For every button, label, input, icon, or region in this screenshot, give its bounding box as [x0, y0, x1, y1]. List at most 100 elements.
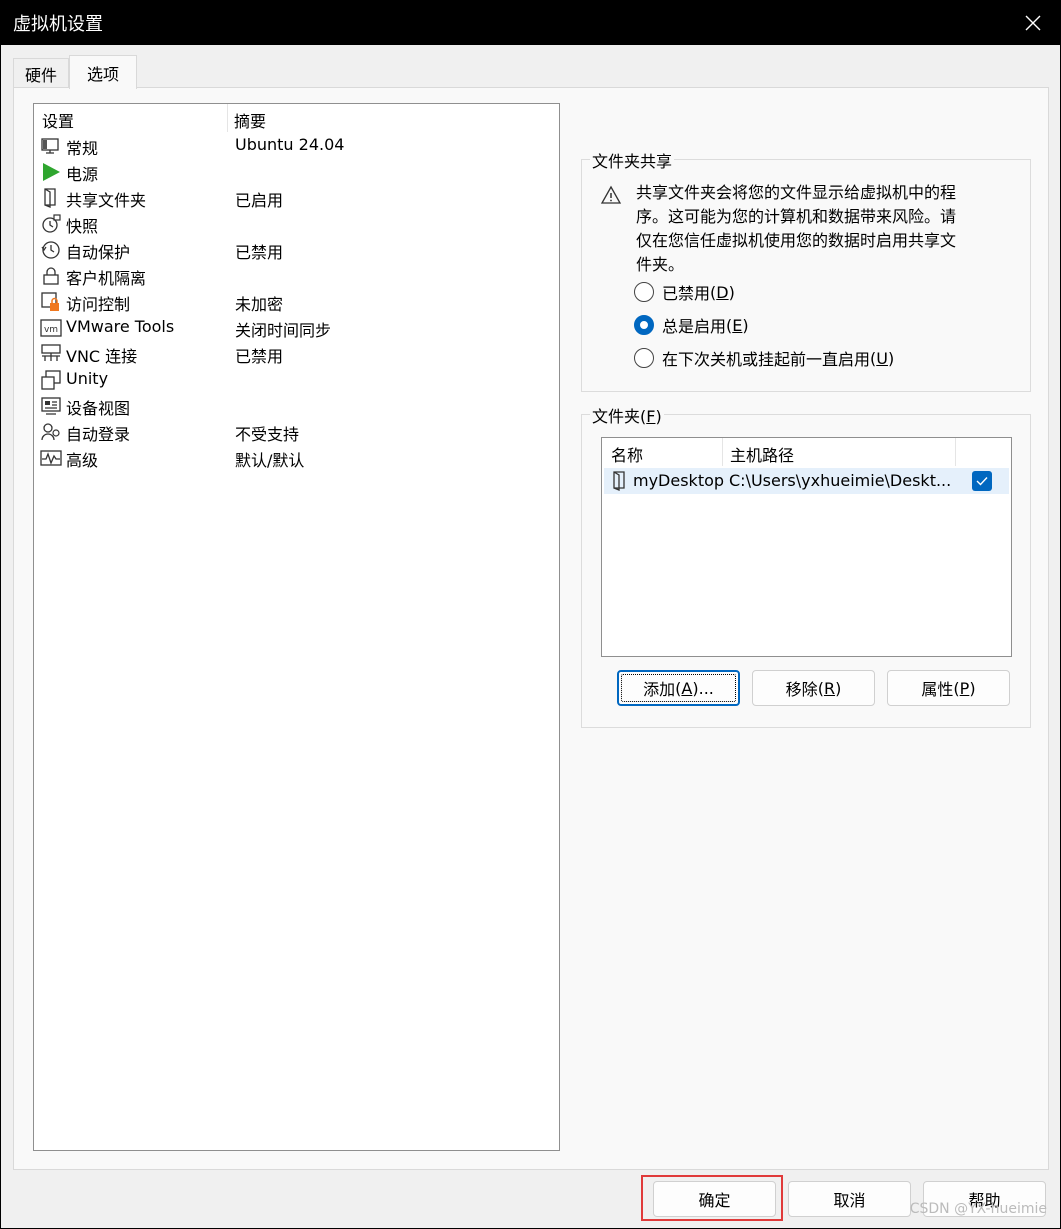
folders-accel-key: F: [646, 407, 656, 426]
folder-list[interactable]: 名称 主机路径 myDesktop C:\Users\yxhueimie\Des…: [601, 437, 1012, 657]
monitor-icon: [41, 138, 59, 154]
column-header-name[interactable]: 名称: [611, 442, 643, 466]
radio-disabled[interactable]: 已禁用(D): [634, 280, 735, 304]
add-label: 添加: [643, 680, 676, 699]
close-button[interactable]: [1005, 0, 1061, 45]
setting-summary: Ubuntu 24.04: [235, 135, 345, 154]
settings-row-autoprotect[interactable]: 自动保护 已禁用: [37, 237, 557, 263]
setting-name: 常规: [66, 139, 99, 158]
folders-group: 文件夹(F) 名称 主机路径 myDesktop C:\Users\yxhuei…: [581, 403, 1031, 728]
remove-accel-key: R: [823, 678, 836, 698]
folder-host-path: C:\Users\yxhueimie\Deskt...: [729, 471, 952, 490]
ok-label: 确定: [698, 1191, 731, 1210]
vm-icon: vm: [40, 319, 62, 337]
setting-name: 电源: [66, 165, 99, 184]
cancel-label: 取消: [833, 1191, 866, 1210]
unity-icon: [41, 370, 61, 390]
svg-text:vm: vm: [44, 325, 58, 335]
radio-dot-checked: [634, 315, 654, 335]
setting-name: 高级: [66, 451, 99, 470]
pulse-icon: [40, 450, 62, 466]
folder-enabled-checkbox[interactable]: [972, 471, 992, 491]
settings-row-snapshots[interactable]: 快照: [37, 211, 557, 237]
setting-name: 客户机隔离: [66, 269, 147, 288]
radio-label: 在下次关机或挂起前一直启用: [662, 350, 871, 369]
setting-name: 访问控制: [66, 295, 131, 314]
add-folder-button[interactable]: 添加(A)...: [617, 670, 740, 706]
remove-label: 移除: [785, 680, 818, 699]
vnc-icon: [41, 344, 61, 361]
warning-icon: [600, 185, 622, 204]
lock-icon: [43, 267, 59, 285]
users-icon: [41, 423, 60, 441]
radio-until-poweroff[interactable]: 在下次关机或挂起前一直启用(U): [634, 346, 894, 370]
column-header-summary[interactable]: 摘要: [234, 108, 266, 132]
shared-folder-icon: [613, 471, 625, 491]
settings-row-vnc[interactable]: VNC 连接 已禁用: [37, 341, 557, 367]
close-icon: [1025, 15, 1041, 30]
options-tab-pane: 设置 摘要 常规 Ubuntu 24.04 电源 共享文件夹 已启用 快照 自动…: [13, 87, 1049, 1170]
settings-row-vmware-tools[interactable]: vm VMware Tools 关闭时间同步: [37, 315, 557, 341]
warning-text: 共享文件夹会将您的文件显示给虚拟机中的程序。这可能为您的计算机和数据带来风险。请…: [636, 183, 957, 274]
settings-row-autologin[interactable]: 自动登录 不受支持: [37, 419, 557, 445]
folder-row[interactable]: myDesktop C:\Users\yxhueimie\Deskt...: [604, 468, 1009, 494]
folder-sharing-title: 文件夹共享: [590, 148, 675, 172]
device-view-icon: [41, 397, 61, 415]
settings-row-unity[interactable]: Unity: [37, 367, 557, 393]
settings-row-guest-isolation[interactable]: 客户机隔离: [37, 263, 557, 289]
setting-summary: 已启用: [235, 191, 284, 210]
setting-name: VMware Tools: [66, 317, 175, 336]
folder-sharing-group: 文件夹共享 共享文件夹会将您的文件显示给虚拟机中的程序。这可能为您的计算机和数据…: [581, 148, 1031, 392]
settings-row-device-view[interactable]: 设备视图: [37, 393, 557, 419]
window-title: 虚拟机设置: [13, 14, 103, 35]
setting-summary: 关闭时间同步: [235, 321, 332, 340]
radio-accel-key: E: [732, 315, 743, 335]
snapshot-icon: [42, 214, 61, 233]
settings-row-access-control[interactable]: 访问控制 未加密: [37, 289, 557, 315]
tab-hardware[interactable]: 硬件: [13, 58, 69, 88]
dialog-client: 硬件 选项 设置 摘要 常规 Ubuntu 24.04 电源 共享文件夹 已启用…: [1, 45, 1060, 1228]
folder-name: myDesktop: [633, 471, 725, 490]
clock-icon: [41, 241, 60, 259]
setting-name: VNC 连接: [66, 347, 138, 366]
radio-dot: [634, 282, 654, 302]
settings-list-header: 设置 摘要: [34, 104, 559, 132]
setting-summary: 已禁用: [235, 243, 284, 262]
properties-label: 属性: [921, 680, 954, 699]
radio-dot: [634, 348, 654, 368]
properties-accel-key: P: [959, 678, 970, 698]
folder-properties-button[interactable]: 属性(P): [887, 670, 1010, 706]
access-lock-icon: [41, 292, 59, 311]
setting-name: 共享文件夹: [66, 191, 147, 210]
settings-row-general[interactable]: 常规 Ubuntu 24.04: [37, 133, 557, 159]
radio-always-enabled[interactable]: 总是启用(E): [634, 313, 749, 337]
settings-row-shared-folders[interactable]: 共享文件夹 已启用: [37, 185, 557, 211]
setting-name: 设备视图: [66, 399, 131, 418]
setting-summary: 已禁用: [235, 347, 284, 366]
setting-name: 自动登录: [66, 425, 131, 444]
tab-options[interactable]: 选项: [69, 55, 137, 89]
radio-accel-key: D: [716, 282, 729, 302]
settings-row-advanced[interactable]: 高级 默认/默认: [37, 445, 557, 471]
power-play-icon: [43, 163, 60, 181]
tab-options-label: 选项: [86, 64, 119, 84]
settings-row-power[interactable]: 电源: [37, 159, 557, 185]
folders-title-text: 文件夹: [592, 407, 641, 426]
radio-label: 已禁用: [662, 284, 711, 303]
radio-accel-key: U: [876, 348, 888, 368]
cancel-button[interactable]: 取消: [788, 1181, 911, 1217]
column-header-setting[interactable]: 设置: [42, 108, 74, 132]
remove-folder-button[interactable]: 移除(R): [752, 670, 875, 706]
check-icon: [976, 477, 988, 486]
ok-button[interactable]: 确定: [653, 1181, 776, 1217]
tab-hardware-label: 硬件: [24, 65, 57, 85]
settings-list[interactable]: 设置 摘要 常规 Ubuntu 24.04 电源 共享文件夹 已启用 快照 自动…: [33, 103, 560, 1151]
folders-title: 文件夹(F): [590, 403, 664, 427]
add-accel-key: A: [681, 678, 693, 698]
radio-label: 总是启用: [662, 317, 727, 336]
setting-summary: 不受支持: [235, 425, 300, 444]
title-bar: 虚拟机设置: [0, 0, 1061, 45]
column-header-host-path[interactable]: 主机路径: [730, 442, 794, 466]
setting-summary: 未加密: [235, 295, 284, 314]
setting-name: 自动保护: [66, 243, 131, 262]
